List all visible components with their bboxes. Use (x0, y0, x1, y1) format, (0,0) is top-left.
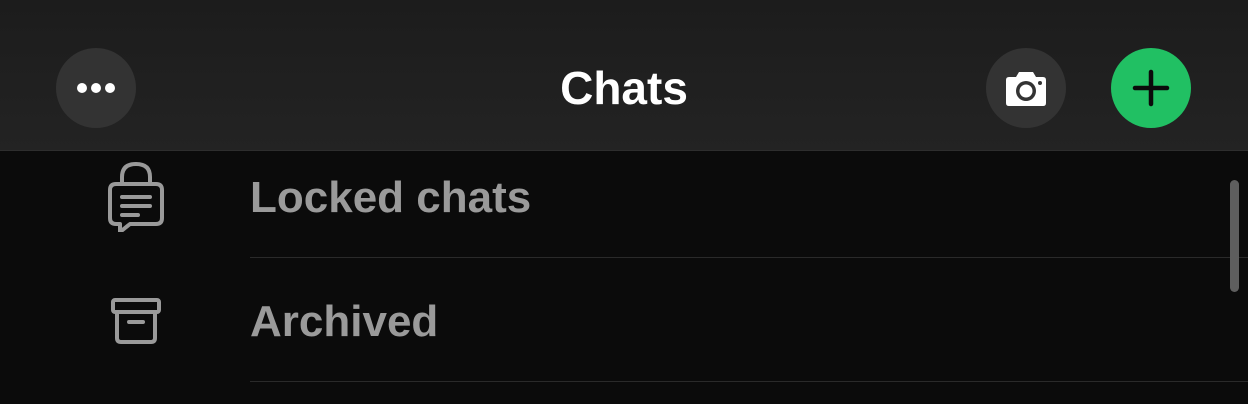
locked-chats-label: Locked chats (250, 173, 532, 222)
row-divider (250, 257, 1248, 258)
archived-label: Archived (250, 297, 439, 346)
archived-row[interactable]: Archived (0, 262, 1248, 382)
row-divider (250, 381, 1248, 382)
locked-chats-row[interactable]: Locked chats (0, 138, 1248, 258)
plus-icon (1132, 69, 1170, 107)
camera-button[interactable] (986, 48, 1066, 128)
archive-box-icon (111, 298, 161, 344)
chats-screen: Chats Locked chats Archived (0, 0, 1248, 404)
new-chat-button[interactable] (1111, 48, 1191, 128)
locked-chat-icon (108, 161, 164, 232)
camera-icon (1006, 72, 1046, 106)
scrollbar[interactable] (1230, 180, 1239, 292)
header-bar: Chats (0, 0, 1248, 151)
